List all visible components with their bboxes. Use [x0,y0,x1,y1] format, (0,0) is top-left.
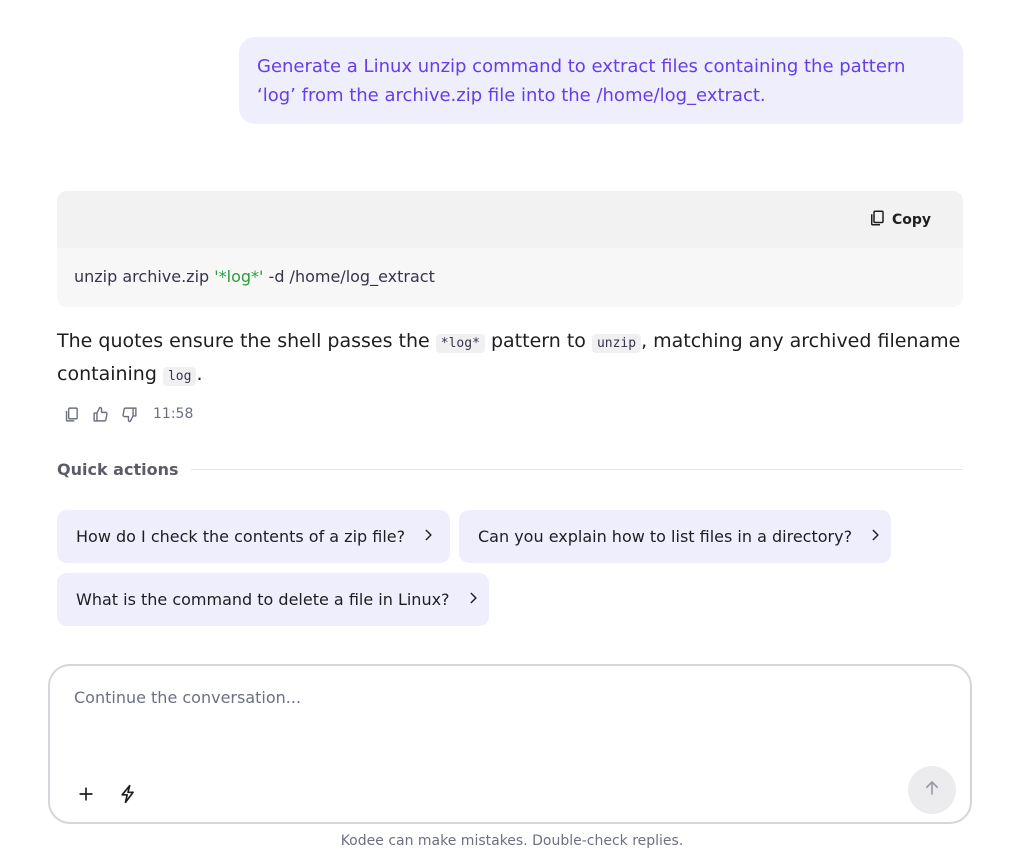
thumbs-up-icon[interactable] [91,405,110,424]
inline-code: log [162,367,197,386]
quick-action-label: Can you explain how to list files in a d… [478,527,853,546]
quick-actions-header: Quick actions [57,458,963,480]
answer-text: . [196,363,203,385]
copy-icon [868,209,886,231]
quick-action-chip[interactable]: How do I check the contents of a zip fil… [57,510,450,563]
message-timestamp: 11:58 [153,406,194,422]
send-button[interactable] [908,766,956,814]
arrow-up-icon [923,779,941,801]
lightning-icon[interactable] [116,782,140,806]
chevron-right-icon [868,527,882,546]
copy-icon[interactable] [62,405,81,424]
inline-code: *log* [435,334,485,353]
answer-text: pattern to [484,330,592,352]
code-content: unzip archive.zip '*log*' -d /home/log_e… [57,248,963,306]
assistant-answer: The quotes ensure the shell passes the *… [57,326,963,392]
chevron-right-icon [466,590,480,609]
code-command-part: unzip archive.zip [74,267,215,286]
code-command-part: -d /home/log_extract [263,267,435,286]
user-message-text: Generate a Linux unzip command to extrac… [257,56,906,106]
copy-button-label: Copy [891,212,931,228]
quick-action-label: What is the command to delete a file in … [76,590,450,609]
code-string-literal: '*log*' [214,267,264,286]
message-actions: 11:58 [62,403,193,425]
thumbs-down-icon[interactable] [120,405,139,424]
message-composer [48,664,972,824]
chevron-right-icon [421,527,435,546]
copy-code-button[interactable]: Copy [868,209,931,231]
user-message-bubble: Generate a Linux unzip command to extrac… [239,37,963,124]
inline-code: unzip [591,334,642,353]
quick-action-chip[interactable]: Can you explain how to list files in a d… [459,510,891,563]
quick-action-label: How do I check the contents of a zip fil… [76,527,406,546]
divider [190,468,963,470]
plus-icon[interactable] [74,782,98,806]
quick-action-chip[interactable]: What is the command to delete a file in … [57,573,489,626]
code-block: Copy unzip archive.zip '*log*' -d /home/… [57,191,963,307]
disclaimer-text: Kodee can make mistakes. Double-check re… [340,833,684,849]
message-input[interactable] [74,688,934,748]
quick-actions-title: Quick actions [57,459,179,479]
code-block-header: Copy [57,191,963,248]
answer-text: The quotes ensure the shell passes the [57,330,436,352]
